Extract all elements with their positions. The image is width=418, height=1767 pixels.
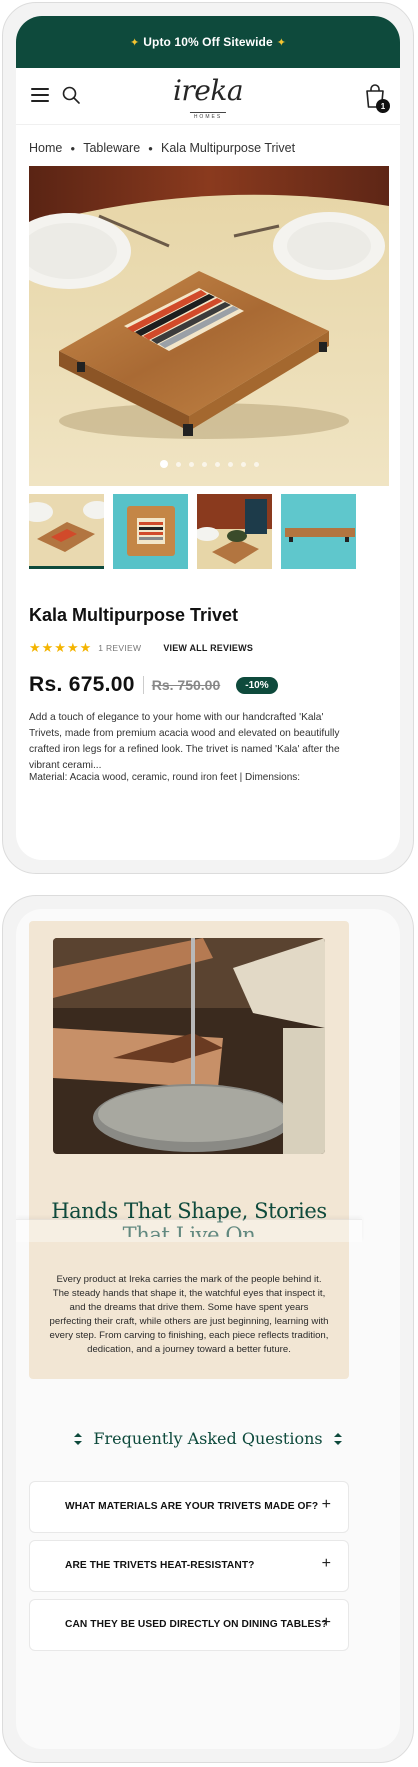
thumbnail-2[interactable]: [113, 494, 188, 569]
carousel-dot[interactable]: [227, 461, 233, 467]
carousel-dot[interactable]: [175, 461, 181, 467]
sticky-header-shadow: [16, 1219, 362, 1242]
carousel-dot[interactable]: [159, 460, 168, 468]
phone-frame-product: ✦ Upto 10% Off Sitewide ✦ ireka HOMES 1: [2, 2, 414, 874]
product-description[interactable]: Add a touch of elegance to your home wit…: [29, 710, 351, 774]
artisan-story-body: Every product at Ireka carries the mark …: [49, 1274, 329, 1355]
star-rating-icon: ★★★★★: [29, 640, 93, 655]
faq-title: Frequently Asked Questions: [93, 1429, 323, 1448]
chevron-up-down-icon: [74, 1432, 83, 1445]
faq-item[interactable]: CAN THEY BE USED DIRECTLY ON DINING TABL…: [29, 1599, 349, 1651]
breadcrumb-current: Kala Multipurpose Trivet: [161, 141, 296, 155]
breadcrumb-separator: ●: [148, 143, 154, 153]
breadcrumb: Home ● Tableware ● Kala Multipurpose Tri…: [29, 141, 295, 155]
artisan-photo: [53, 938, 325, 1154]
carousel-dots[interactable]: [29, 460, 389, 468]
artisan-story-card: Hands That Shape, Stories That Live On E…: [16, 921, 362, 1379]
promo-bar[interactable]: ✦ Upto 10% Off Sitewide ✦: [16, 16, 400, 68]
site-header: ireka HOMES 1: [16, 68, 400, 125]
product-main-image[interactable]: [29, 166, 389, 486]
compare-at-price: Rs. 750.00: [151, 677, 221, 693]
search-icon[interactable]: [61, 85, 81, 105]
sparkle-icon: ✦: [276, 36, 287, 49]
faq-question: CAN THEY BE USED DIRECTLY ON DINING TABL…: [65, 1619, 328, 1630]
plus-icon: +: [321, 1496, 331, 1513]
logo-subtext: HOMES: [189, 112, 227, 120]
promo-text: Upto 10% Off Sitewide: [143, 35, 273, 49]
price-row: Rs. 675.00 Rs. 750.00 -10%: [29, 673, 278, 697]
carousel-dot[interactable]: [188, 461, 194, 467]
carousel-dot[interactable]: [214, 461, 220, 467]
breadcrumb-home[interactable]: Home: [29, 141, 62, 155]
thumbnail-strip: [29, 494, 400, 569]
sale-price: Rs. 675.00: [29, 673, 135, 696]
carousel-dot[interactable]: [240, 461, 246, 467]
thumbnail-1[interactable]: [29, 494, 104, 569]
trivet-photo: [29, 166, 389, 486]
plus-icon: +: [321, 1555, 331, 1572]
carousel-dot[interactable]: [201, 461, 207, 467]
product-screen: ✦ Upto 10% Off Sitewide ✦ ireka HOMES 1: [16, 16, 400, 860]
product-rating: ★★★★★ 1 REVIEW VIEW ALL REVIEWS: [29, 640, 253, 656]
phone-frame-story: Hands That Shape, Stories That Live On E…: [2, 895, 414, 1763]
site-logo[interactable]: ireka HOMES: [172, 74, 244, 123]
faq-heading: Frequently Asked Questions: [16, 1429, 400, 1448]
story-screen: Hands That Shape, Stories That Live On E…: [16, 909, 400, 1749]
thumbnail-4[interactable]: [281, 494, 356, 569]
discount-badge: -10%: [236, 676, 278, 694]
view-all-reviews-link[interactable]: VIEW ALL REVIEWS: [163, 643, 253, 653]
breadcrumb-separator: ●: [70, 143, 76, 153]
plus-icon: +: [321, 1614, 331, 1631]
price-divider: [142, 676, 144, 694]
product-details: Material: Acacia wood, ceramic, round ir…: [29, 772, 301, 782]
chevron-up-down-icon: [333, 1432, 342, 1445]
faq-question: ARE THE TRIVETS HEAT-RESISTANT?: [65, 1560, 255, 1571]
logo-wordmark: ireka: [172, 74, 244, 107]
faq-question: WHAT MATERIALS ARE YOUR TRIVETS MADE OF?: [65, 1501, 319, 1512]
breadcrumb-tableware[interactable]: Tableware: [83, 141, 140, 155]
menu-icon[interactable]: [31, 88, 49, 102]
faq-item[interactable]: WHAT MATERIALS ARE YOUR TRIVETS MADE OF?…: [29, 1481, 349, 1533]
review-count: 1 REVIEW: [98, 643, 142, 653]
product-title: Kala Multipurpose Trivet: [29, 605, 239, 625]
sparkle-icon: ✦: [129, 36, 140, 49]
faq-item[interactable]: ARE THE TRIVETS HEAT-RESISTANT? +: [29, 1540, 349, 1592]
carousel-dot[interactable]: [253, 461, 259, 467]
cart-count-badge: 1: [376, 99, 390, 113]
thumbnail-3[interactable]: [197, 494, 272, 569]
